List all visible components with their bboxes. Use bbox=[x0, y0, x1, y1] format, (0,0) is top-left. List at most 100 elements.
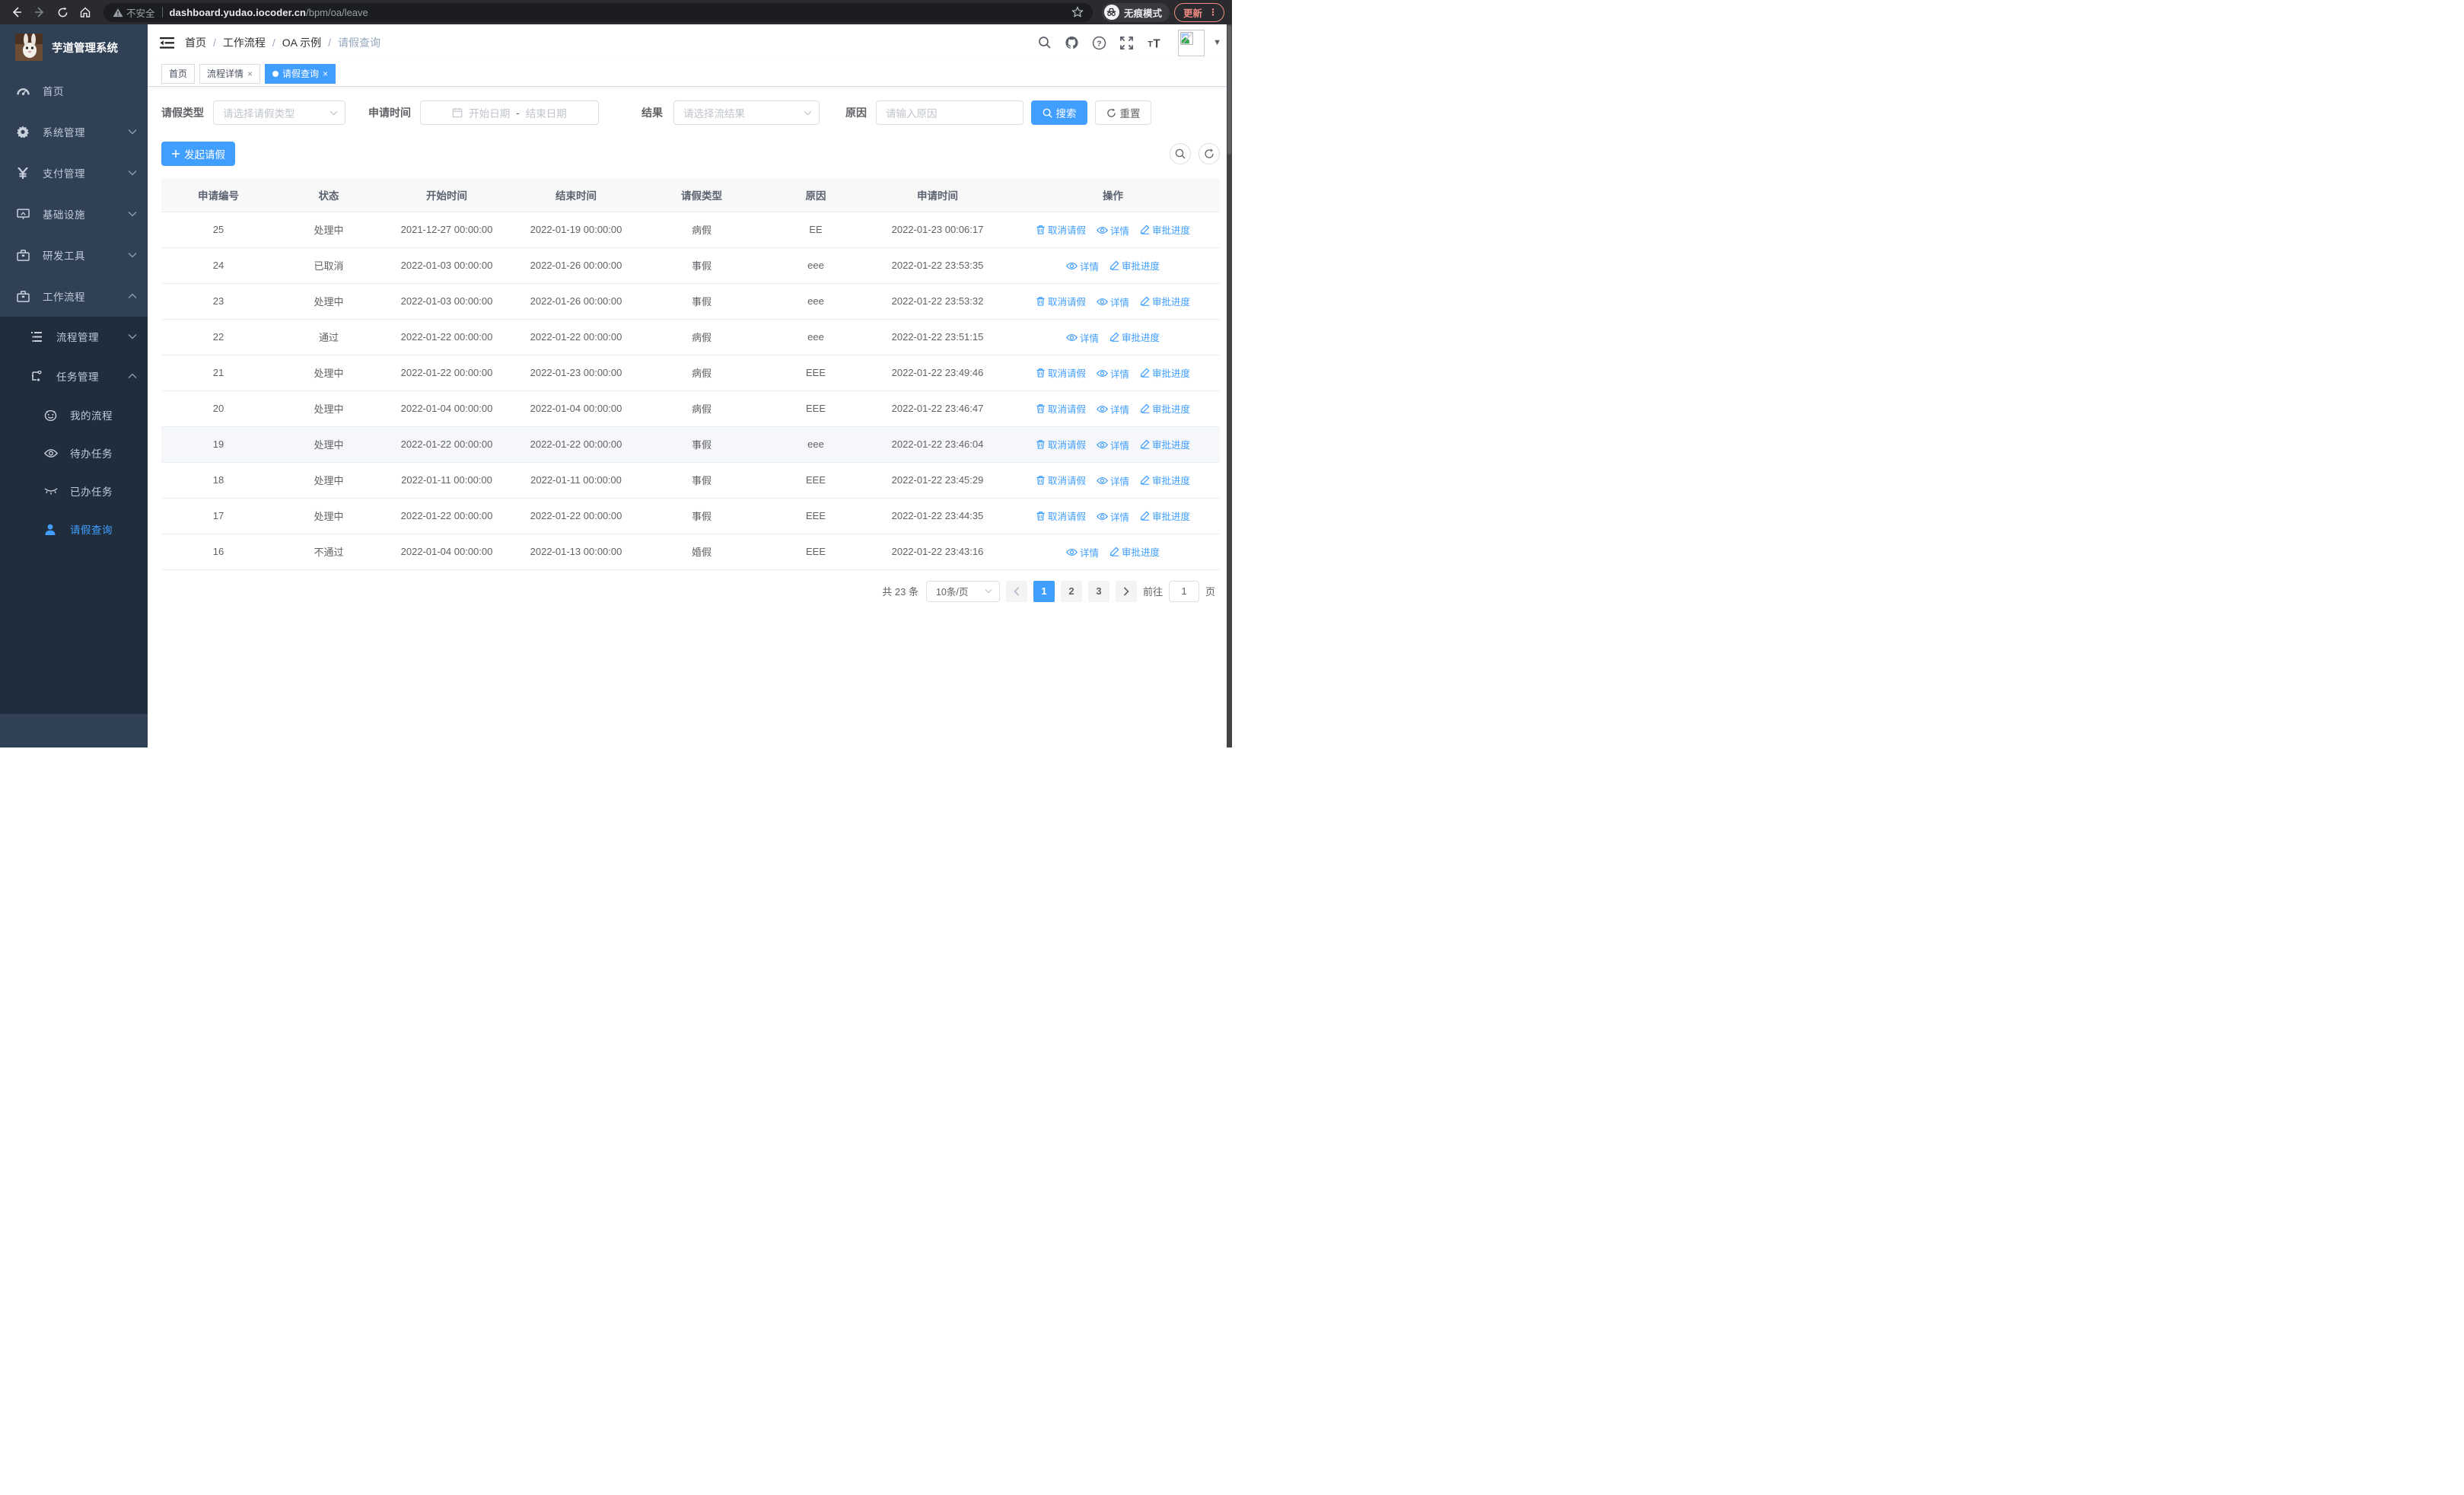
detail-link[interactable]: 详情 bbox=[1065, 330, 1099, 345]
cancel-link[interactable]: 取消请假 bbox=[1036, 401, 1086, 416]
leave-type-select[interactable]: 请选择请假类型 bbox=[213, 100, 345, 125]
sidebar-item-label: 请假查询 bbox=[70, 524, 113, 536]
cancel-link[interactable]: 取消请假 bbox=[1036, 294, 1086, 308]
font-size-icon[interactable]: TT bbox=[1147, 36, 1165, 49]
app-logo-row[interactable]: 芋道管理系统 bbox=[0, 24, 148, 70]
cell-请假类型: 事假 bbox=[641, 426, 762, 463]
end-date-placeholder[interactable]: 结束日期 bbox=[526, 105, 567, 120]
detail-link[interactable]: 详情 bbox=[1096, 402, 1129, 416]
fullscreen-icon[interactable] bbox=[1119, 36, 1134, 50]
close-icon[interactable]: × bbox=[323, 69, 328, 79]
breadcrumb-item-首页[interactable]: 首页 bbox=[185, 35, 206, 50]
cell-原因: EE bbox=[762, 212, 869, 248]
progress-link[interactable]: 审批进度 bbox=[1109, 544, 1160, 559]
table-row: 24 已取消 2022-01-03 00:00:00 2022-01-26 00:00… bbox=[161, 247, 1220, 284]
sidebar-collapse-icon[interactable] bbox=[160, 37, 174, 49]
sidebar-item-首页[interactable]: 首页 bbox=[0, 70, 148, 111]
cell-原因: EEE bbox=[762, 534, 869, 570]
start-date-placeholder[interactable]: 开始日期 bbox=[469, 105, 510, 120]
github-icon[interactable] bbox=[1065, 36, 1079, 50]
create-leave-button[interactable]: 发起请假 bbox=[161, 142, 235, 166]
close-icon[interactable]: × bbox=[247, 69, 253, 79]
cell-状态: 处理中 bbox=[275, 355, 382, 391]
cell-申请时间: 2022-01-22 23:43:16 bbox=[869, 534, 1006, 570]
sidebar-item-label: 系统管理 bbox=[43, 127, 85, 139]
sidebar-item-任务管理[interactable]: 任务管理 bbox=[0, 356, 148, 396]
table-header-row: 申请编号 状态 开始时间 结束时间 请假类型 原因 申请时间 操作 bbox=[161, 178, 1220, 212]
browser-reload-button[interactable] bbox=[53, 3, 72, 21]
tab-请假查询[interactable]: 请假查询 × bbox=[265, 63, 336, 84]
tags-view-bar: 首页 流程详情 × 请假查询 × bbox=[148, 61, 1232, 87]
page-button-2[interactable]: 2 bbox=[1060, 580, 1082, 602]
avatar[interactable] bbox=[1178, 29, 1205, 56]
detail-link[interactable]: 详情 bbox=[1096, 509, 1129, 524]
browser-menu-icon[interactable]: ⋮ bbox=[1208, 7, 1218, 18]
cancel-link[interactable]: 取消请假 bbox=[1036, 508, 1086, 523]
sidebar-item-流程管理[interactable]: 流程管理 bbox=[0, 317, 148, 356]
progress-link[interactable]: 审批进度 bbox=[1140, 222, 1190, 237]
sidebar-item-支付管理[interactable]: 支付管理 bbox=[0, 152, 148, 193]
cell-申请时间: 2022-01-22 23:53:32 bbox=[869, 283, 1006, 320]
avatar-caret-icon[interactable]: ▼ bbox=[1213, 38, 1221, 47]
breadcrumb-item-工作流程[interactable]: 工作流程 bbox=[223, 35, 266, 50]
page-button-1[interactable]: 1 bbox=[1033, 580, 1055, 602]
sidebar-item-label: 首页 bbox=[43, 86, 64, 97]
jump-page-input[interactable]: 1 bbox=[1168, 580, 1199, 602]
search-icon[interactable] bbox=[1038, 36, 1052, 49]
address-bar[interactable]: 不安全 dashboard.yudao.iocoder.cn/bpm/oa/le… bbox=[103, 2, 1093, 22]
reason-input[interactable]: 请输入原因 bbox=[876, 100, 1023, 125]
cancel-link[interactable]: 取消请假 bbox=[1036, 473, 1086, 487]
detail-link[interactable]: 详情 bbox=[1096, 473, 1129, 488]
progress-link[interactable]: 审批进度 bbox=[1140, 508, 1190, 523]
sidebar-item-研发工具[interactable]: 研发工具 bbox=[0, 234, 148, 276]
cancel-link[interactable]: 取消请假 bbox=[1036, 437, 1086, 451]
detail-link[interactable]: 详情 bbox=[1065, 545, 1099, 559]
progress-link[interactable]: 审批进度 bbox=[1140, 437, 1190, 451]
sidebar-item-基础设施[interactable]: 基础设施 bbox=[0, 193, 148, 234]
detail-link[interactable]: 详情 bbox=[1096, 223, 1129, 237]
cancel-link[interactable]: 取消请假 bbox=[1036, 222, 1086, 237]
browser-home-button[interactable] bbox=[76, 3, 94, 21]
detail-link[interactable]: 详情 bbox=[1096, 366, 1129, 381]
detail-eye-icon bbox=[1096, 226, 1108, 234]
cancel-link[interactable]: 取消请假 bbox=[1036, 365, 1086, 380]
detail-link[interactable]: 详情 bbox=[1065, 259, 1099, 273]
search-icon bbox=[1175, 148, 1186, 159]
sidebar-item-待办任务[interactable]: 待办任务 bbox=[0, 434, 148, 472]
apply-time-range-picker[interactable]: 开始日期 - 结束日期 bbox=[420, 100, 599, 125]
sidebar-item-系统管理[interactable]: 系统管理 bbox=[0, 111, 148, 152]
sidebar-item-工作流程[interactable]: 工作流程 bbox=[0, 276, 148, 317]
browser-update-menu[interactable]: 更新 ⋮ bbox=[1173, 2, 1224, 22]
reset-button[interactable]: 重置 bbox=[1095, 100, 1151, 125]
search-button[interactable]: 搜索 bbox=[1031, 100, 1087, 125]
prev-page-button[interactable] bbox=[1005, 580, 1027, 602]
sidebar-item-已办任务[interactable]: 已办任务 bbox=[0, 472, 148, 510]
progress-link[interactable]: 审批进度 bbox=[1109, 258, 1160, 273]
browser-forward-button[interactable] bbox=[30, 3, 49, 21]
next-page-button[interactable] bbox=[1115, 580, 1137, 602]
result-select[interactable]: 请选择流结果 bbox=[673, 100, 820, 125]
progress-link[interactable]: 审批进度 bbox=[1140, 294, 1190, 308]
bookmark-star-icon[interactable] bbox=[1071, 6, 1084, 18]
breadcrumb-item-请假查询: 请假查询 bbox=[338, 37, 381, 49]
chevron-down-icon bbox=[329, 110, 338, 116]
page-size-select[interactable]: 10条/页 bbox=[925, 580, 1000, 602]
breadcrumb-item-OA 示例[interactable]: OA 示例 bbox=[282, 35, 321, 50]
page-button-3[interactable]: 3 bbox=[1087, 580, 1109, 602]
sidebar-item-我的流程[interactable]: 我的流程 bbox=[0, 396, 148, 434]
tab-流程详情[interactable]: 流程详情 × bbox=[199, 63, 261, 84]
update-label[interactable]: 更新 bbox=[1183, 5, 1202, 20]
sidebar-item-请假查询[interactable]: 请假查询 bbox=[0, 510, 148, 548]
tab-首页[interactable]: 首页 bbox=[161, 63, 196, 84]
page-scrollbar[interactable] bbox=[1227, 24, 1232, 748]
progress-link[interactable]: 审批进度 bbox=[1140, 401, 1190, 416]
refresh-table-button[interactable] bbox=[1199, 143, 1220, 164]
help-icon[interactable]: ? bbox=[1092, 36, 1106, 50]
detail-link[interactable]: 详情 bbox=[1096, 295, 1129, 309]
browser-back-button[interactable] bbox=[8, 3, 26, 21]
toggle-search-button[interactable] bbox=[1170, 143, 1191, 164]
progress-link[interactable]: 审批进度 bbox=[1140, 473, 1190, 487]
progress-link[interactable]: 审批进度 bbox=[1109, 330, 1160, 344]
progress-link[interactable]: 审批进度 bbox=[1140, 365, 1190, 380]
detail-link[interactable]: 详情 bbox=[1096, 438, 1129, 452]
